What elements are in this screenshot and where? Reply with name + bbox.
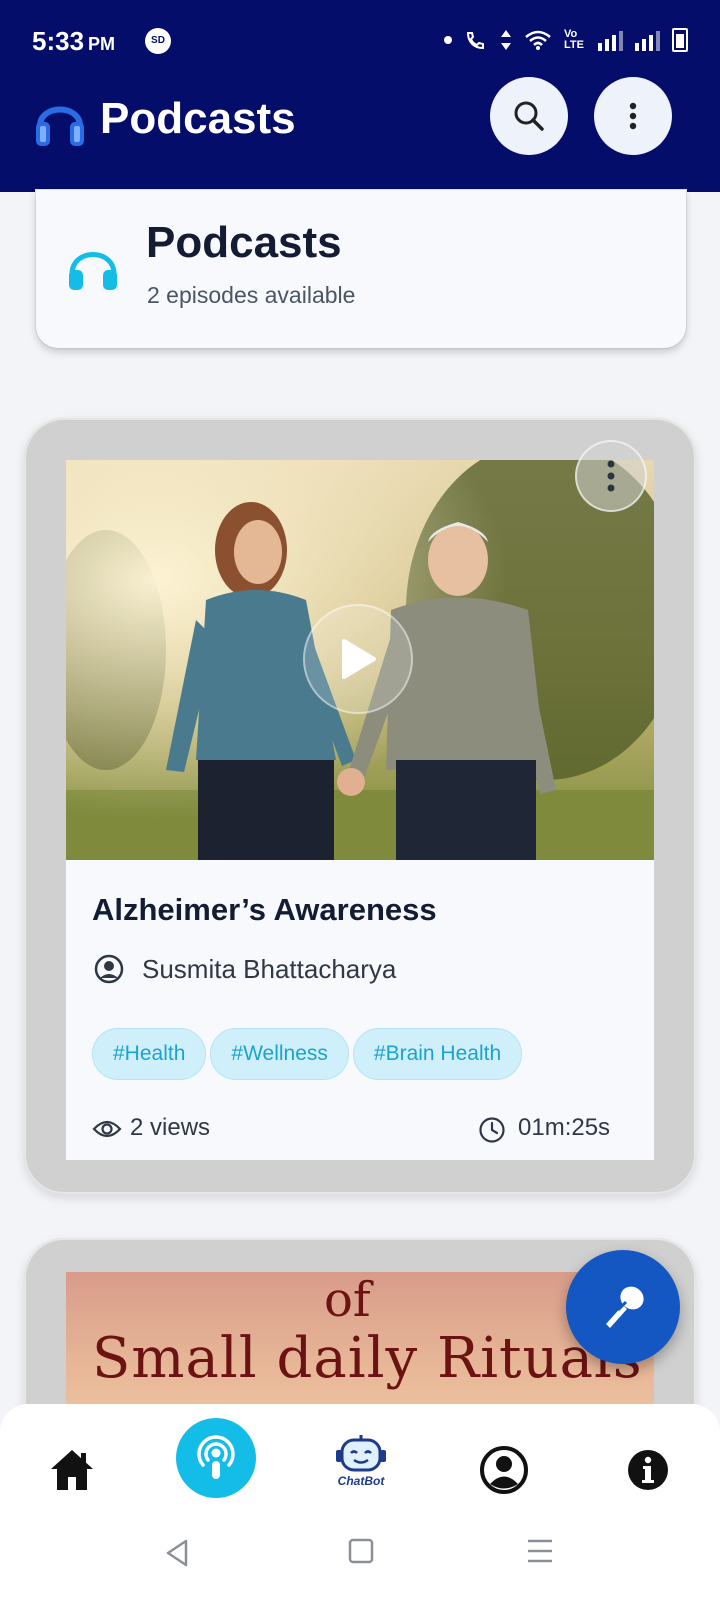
podcasts-header-card: Podcasts 2 episodes available	[36, 190, 686, 348]
status-bar: 5:33 PM SD Vo LTE	[0, 0, 720, 84]
episode-more-button[interactable]	[575, 440, 647, 512]
profile-icon	[480, 1446, 528, 1494]
episode-count: 2 episodes available	[147, 282, 356, 308]
wifi-calling-icon	[466, 32, 484, 50]
episode-tags: #Health #Wellness #Brain Health	[92, 1028, 523, 1080]
podcast-icon	[197, 1435, 235, 1479]
search-button[interactable]	[490, 77, 568, 155]
header-title: Podcasts	[146, 218, 342, 267]
data-arrows-icon	[501, 30, 511, 50]
nav-home[interactable]	[42, 1440, 102, 1500]
top-app-bar: 5:33 PM SD Vo LTE Podcasts	[0, 0, 720, 192]
episode-duration: 01m:25s	[518, 1114, 611, 1141]
thumbnail-text: Small daily Rituals	[92, 1326, 643, 1391]
more-options-button[interactable]	[594, 77, 672, 155]
nav-podcasts[interactable]	[176, 1418, 256, 1498]
episode-thumbnail[interactable]	[66, 460, 654, 860]
tag-chip[interactable]: #Health	[92, 1028, 207, 1080]
episode-views: 2 views	[130, 1114, 211, 1141]
clock-icon	[479, 1117, 505, 1143]
sd-badge-icon: SD	[145, 28, 171, 54]
status-icons: Vo LTE	[444, 28, 688, 52]
tag-chip[interactable]: #Wellness	[210, 1028, 349, 1080]
battery-icon	[672, 28, 688, 52]
microphone-icon	[606, 1286, 644, 1328]
app-title: Podcasts	[100, 94, 296, 143]
back-icon[interactable]	[164, 1538, 190, 1568]
headphones-icon	[69, 252, 117, 290]
recents-menu-icon[interactable]	[526, 1538, 554, 1564]
chatbot-icon	[336, 1435, 386, 1472]
nav-chatbot[interactable]: ChatBot	[326, 1426, 396, 1496]
signal-strength-2-icon	[635, 29, 660, 51]
system-navigation-bar	[0, 1510, 720, 1600]
more-vert-icon	[607, 460, 615, 492]
eye-icon	[92, 1120, 122, 1138]
wifi-icon	[525, 30, 551, 50]
episode-author: Susmita Bhattacharya	[142, 954, 397, 984]
thumbnail-text: of	[324, 1272, 371, 1328]
episode-card[interactable]: Alzheimer’s Awareness Susmita Bhattachar…	[24, 418, 696, 1194]
home-square-icon[interactable]	[348, 1538, 374, 1564]
volte-label: Vo LTE	[564, 28, 584, 51]
record-podcast-button[interactable]	[566, 1250, 680, 1364]
search-icon	[514, 101, 544, 131]
account-circle-icon	[94, 954, 124, 984]
more-vert-icon	[629, 102, 637, 130]
episode-title[interactable]: Alzheimer’s Awareness	[92, 892, 437, 928]
nav-info[interactable]	[618, 1440, 678, 1500]
headphones-icon	[36, 106, 84, 146]
play-button[interactable]	[303, 604, 413, 714]
chatbot-label: ChatBot	[337, 1474, 385, 1488]
status-time: 5:33 PM	[32, 26, 116, 56]
info-icon	[628, 1450, 668, 1490]
episode-card-content: Alzheimer’s Awareness Susmita Bhattachar…	[66, 460, 654, 1160]
app-bar: Podcasts	[0, 77, 720, 192]
notification-dot-icon	[444, 36, 452, 44]
home-icon	[51, 1450, 93, 1490]
signal-strength-icon	[598, 29, 623, 51]
tag-chip[interactable]: #Brain Health	[352, 1028, 523, 1080]
nav-profile[interactable]	[474, 1440, 534, 1500]
play-icon	[342, 639, 376, 679]
